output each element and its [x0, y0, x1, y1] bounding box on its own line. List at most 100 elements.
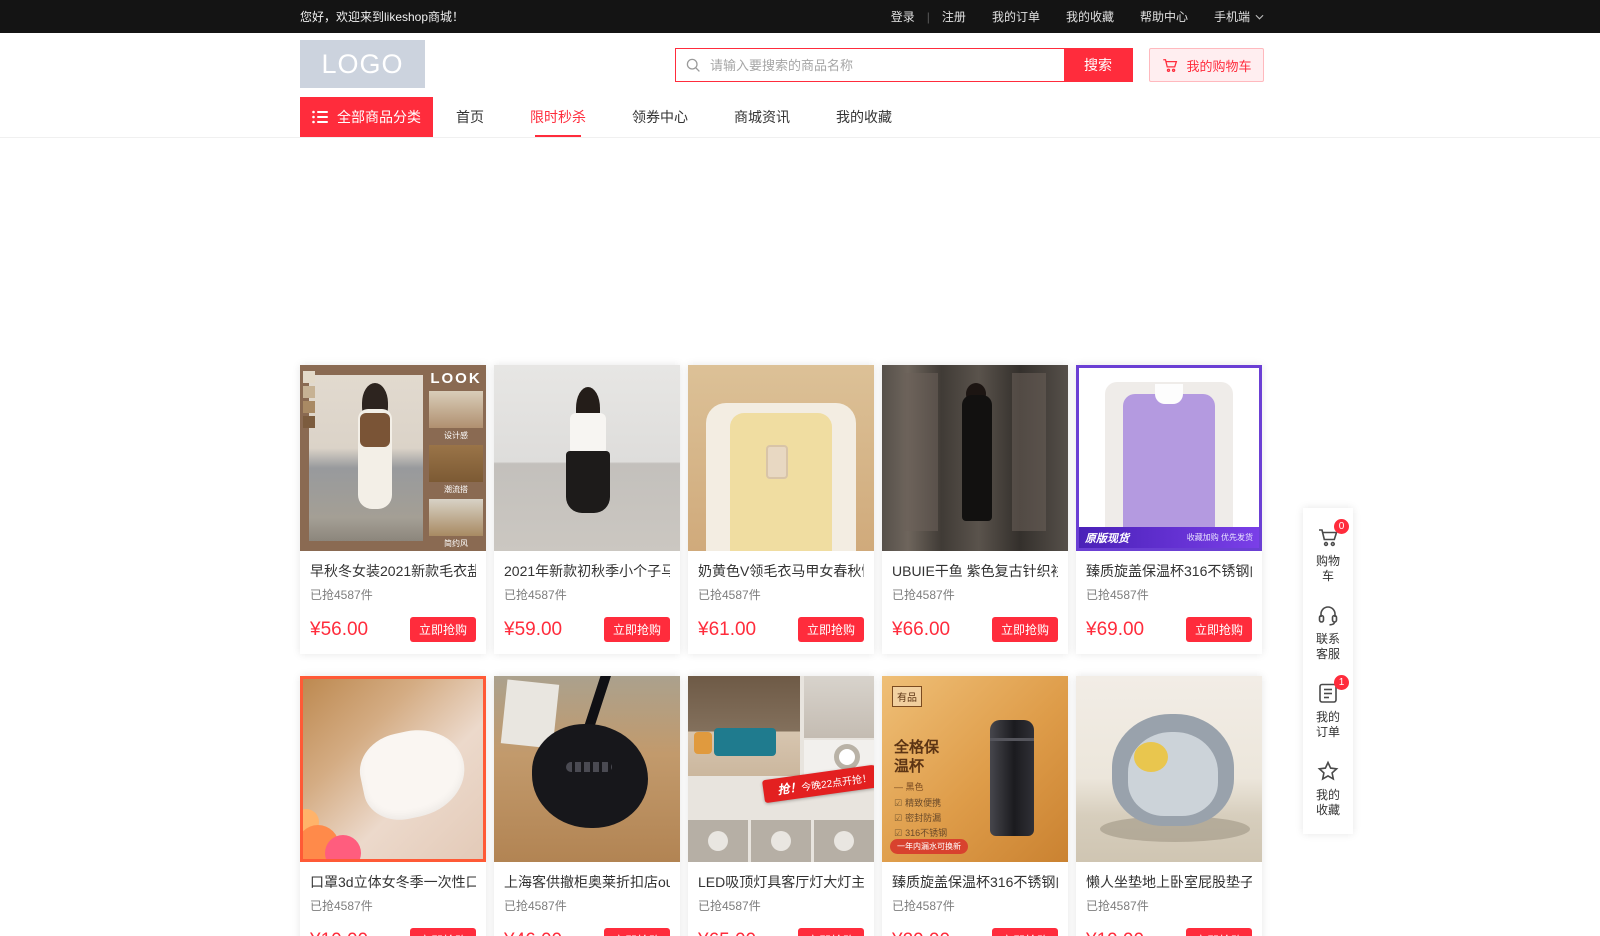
- nav-item-coupon-center[interactable]: 领券中心: [609, 97, 711, 137]
- header: LOGO 搜索 我的购物车 全部商品分类 首页 限时秒杀 领券中心 商城资讯: [0, 33, 1600, 138]
- product-title[interactable]: 奶黄色V领毛衣马甲女春秋慵懒...: [698, 562, 864, 581]
- buy-now-button[interactable]: 立即抢购: [992, 928, 1058, 936]
- product-card[interactable]: 有品 全格保温杯 — 黑色 ☑精致便携 ☑密封防漏 ☑316不锈钢 一年内漏水可…: [882, 676, 1068, 936]
- decor: [688, 676, 800, 776]
- product-title[interactable]: 懒人坐垫地上卧室屁股垫子办...: [1086, 873, 1252, 892]
- decor: [990, 738, 1034, 741]
- nav-item-flash-sale[interactable]: 限时秒杀: [507, 97, 609, 137]
- product-card[interactable]: 2021年新款初秋季小个子马甲... 已抢4587件 ¥59.00 立即抢购: [494, 365, 680, 654]
- product-sold-count: 已抢4587件: [892, 586, 1058, 603]
- product-image[interactable]: [494, 365, 680, 551]
- product-card[interactable]: 原版现货 收藏加购 优先发货 臻质旋盖保温杯316不锈钢内胆... 已抢4587…: [1076, 365, 1262, 654]
- product-image[interactable]: 抢！今晚22点开抢！: [688, 676, 874, 862]
- product-card[interactable]: 抢！今晚22点开抢！ LED吸顶灯具客厅灯大灯主卧... 已抢4587件 ¥65…: [688, 676, 874, 936]
- nav-item-my-favorites[interactable]: 我的收藏: [813, 97, 915, 137]
- logo[interactable]: LOGO: [300, 40, 425, 88]
- product-card[interactable]: 奶黄色V领毛衣马甲女春秋慵懒... 已抢4587件 ¥61.00 立即抢购: [688, 365, 874, 654]
- buy-now-button[interactable]: 立即抢购: [1186, 617, 1252, 642]
- promo-banner-text: 原版现货: [1085, 530, 1129, 546]
- product-card[interactable]: UBUIE干鱼 紫色复古针织衫马... 已抢4587件 ¥66.00 立即抢购: [882, 365, 1068, 654]
- search-icon: [676, 49, 710, 81]
- product-title[interactable]: UBUIE干鱼 紫色复古针织衫马...: [892, 562, 1058, 581]
- my-orders-link[interactable]: 我的订单: [992, 8, 1040, 25]
- product-title[interactable]: 2021年新款初秋季小个子马甲...: [504, 562, 670, 581]
- check-icon: ☑: [894, 813, 902, 823]
- cart-badge: 0: [1334, 519, 1349, 534]
- color-palette: [303, 371, 315, 428]
- product-card[interactable]: 口罩3d立体女冬季一次性口罩 已抢4587件 ¥10.00 立即抢购: [300, 676, 486, 936]
- product-title[interactable]: 早秋冬女装2021新款毛衣盐系...: [310, 562, 476, 581]
- buy-now-button[interactable]: 立即抢购: [604, 617, 670, 642]
- feature: 精致便携: [905, 798, 941, 808]
- buy-now-button[interactable]: 立即抢购: [798, 928, 864, 936]
- product-title[interactable]: 臻质旋盖保温杯316不锈钢内胆...: [1086, 562, 1252, 581]
- sidebar-cart-label: 购物车: [1311, 554, 1345, 584]
- help-center-link[interactable]: 帮助中心: [1140, 8, 1188, 25]
- buy-now-button[interactable]: 立即抢购: [1186, 928, 1252, 936]
- product-sold-count: 已抢4587件: [698, 897, 864, 914]
- product-title[interactable]: 上海客供撤柜奥莱折扣店outlets: [504, 873, 670, 892]
- all-categories-button[interactable]: 全部商品分类: [300, 97, 433, 137]
- product-image[interactable]: LOOK 设计感 潮流搭 简约风: [300, 365, 486, 551]
- product-price: ¥19.90: [1086, 930, 1144, 936]
- decor: [360, 413, 390, 447]
- product-image[interactable]: [1076, 676, 1262, 862]
- check-icon: ☑: [894, 798, 902, 808]
- sidebar-my-favorites[interactable]: 我的收藏: [1303, 750, 1353, 828]
- product-sold-count: 已抢4587件: [504, 586, 670, 603]
- divider: |: [927, 10, 930, 24]
- product-card[interactable]: LOOK 设计感 潮流搭 简约风 早秋冬女装2021新款毛衣盐系... 已抢45…: [300, 365, 486, 654]
- topbar: 您好，欢迎来到likeshop商城！ 登录 | 注册 我的订单 我的收藏 帮助中…: [0, 0, 1600, 33]
- brand-badge: 有品: [892, 686, 922, 707]
- product-card[interactable]: 懒人坐垫地上卧室屁股垫子办... 已抢4587件 ¥19.90 立即抢购: [1076, 676, 1262, 936]
- decor: [1123, 394, 1215, 548]
- nav-item-home[interactable]: 首页: [433, 97, 507, 137]
- look-tag: 潮流搭: [429, 484, 483, 495]
- product-price: ¥69.00: [1086, 619, 1144, 641]
- feature-list: ☑精致便携 ☑密封防漏 ☑316不锈钢: [894, 796, 947, 841]
- buy-now-button[interactable]: 立即抢购: [410, 928, 476, 936]
- decor: [1155, 384, 1183, 404]
- product-price: ¥46.00: [504, 930, 562, 936]
- sidebar-my-orders[interactable]: 1 我的订单: [1303, 672, 1353, 750]
- decor: [353, 721, 473, 827]
- product-image[interactable]: [882, 365, 1068, 551]
- search-button[interactable]: 搜索: [1064, 49, 1132, 81]
- product-title[interactable]: LED吸顶灯具客厅灯大灯主卧...: [698, 873, 864, 892]
- product-image[interactable]: [494, 676, 680, 862]
- decor: [730, 413, 832, 551]
- my-favorites-link[interactable]: 我的收藏: [1066, 8, 1114, 25]
- product-image[interactable]: [688, 365, 874, 551]
- product-price: ¥59.00: [504, 619, 562, 641]
- look-thumb: [429, 499, 483, 536]
- buy-now-button[interactable]: 立即抢购: [604, 928, 670, 936]
- sidebar-service-label: 联系客服: [1311, 632, 1345, 662]
- decor: [962, 395, 992, 521]
- buy-now-button[interactable]: 立即抢购: [798, 617, 864, 642]
- mobile-link[interactable]: 手机端: [1214, 8, 1264, 25]
- product-image[interactable]: 原版现货 收藏加购 优先发货: [1076, 365, 1262, 551]
- nav-item-mall-news[interactable]: 商城资讯: [711, 97, 813, 137]
- product-image[interactable]: 有品 全格保温杯 — 黑色 ☑精致便携 ☑密封防漏 ☑316不锈钢 一年内漏水可…: [882, 676, 1068, 862]
- login-link[interactable]: 登录: [891, 8, 915, 25]
- register-link[interactable]: 注册: [942, 8, 966, 25]
- sidebar-customer-service[interactable]: 联系客服: [1303, 594, 1353, 672]
- promo-ribbon-lead: 抢！: [776, 780, 802, 797]
- decor: [532, 724, 648, 828]
- my-cart-button[interactable]: 我的购物车: [1149, 48, 1264, 82]
- look-text: LOOK: [429, 370, 483, 387]
- product-image[interactable]: [300, 676, 486, 862]
- sidebar-cart[interactable]: 0 购物车: [1303, 516, 1353, 594]
- chevron-down-icon: [1255, 14, 1264, 20]
- product-title[interactable]: 臻质旋盖保温杯316不锈钢内胆...: [892, 873, 1058, 892]
- look-thumb: [429, 445, 483, 482]
- buy-now-button[interactable]: 立即抢购: [410, 617, 476, 642]
- product-title[interactable]: 口罩3d立体女冬季一次性口罩: [310, 873, 476, 892]
- search-input[interactable]: [710, 49, 1064, 81]
- product-price: ¥61.00: [698, 619, 756, 641]
- product-card[interactable]: 上海客供撤柜奥莱折扣店outlets 已抢4587件 ¥46.00 立即抢购: [494, 676, 680, 936]
- look-tag: 设计感: [429, 430, 483, 441]
- buy-now-button[interactable]: 立即抢购: [992, 617, 1058, 642]
- promo-banner: 原版现货 收藏加购 优先发货: [1079, 527, 1259, 548]
- warranty-badge: 一年内漏水可换新: [890, 839, 968, 854]
